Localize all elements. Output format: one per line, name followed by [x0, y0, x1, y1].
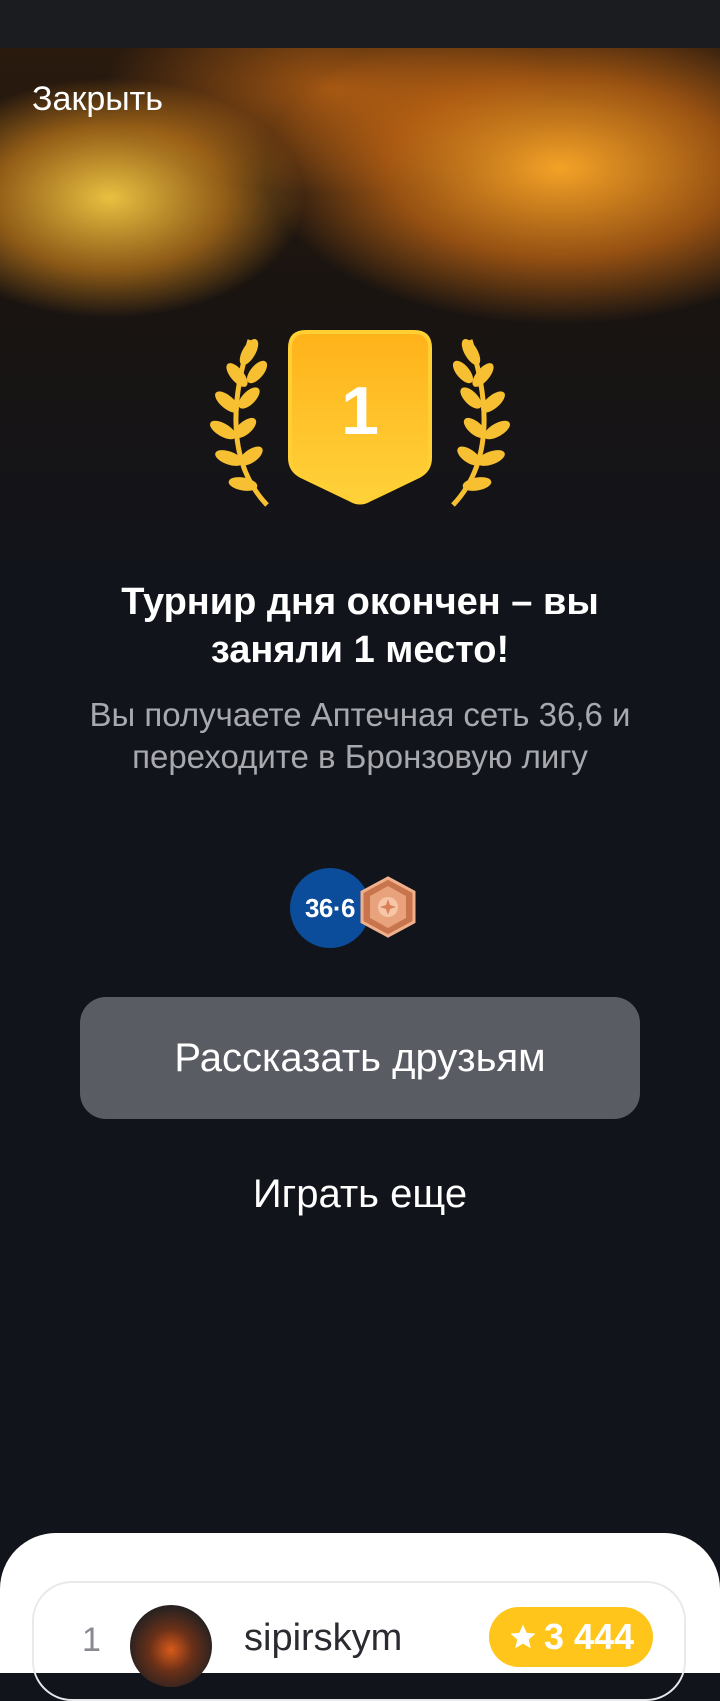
- rewards-row: 36·6: [290, 868, 420, 950]
- right-laurel-icon: [451, 339, 510, 507]
- leaderboard-rank: 1: [82, 1621, 101, 1659]
- status-bar: [0, 0, 720, 48]
- star-icon: [510, 1624, 536, 1649]
- trophy-icon: 1: [210, 330, 510, 507]
- score-badge: 3 444: [489, 1607, 653, 1667]
- result-title: Турнир дня окончен – вы заняли 1 место!: [121, 581, 599, 671]
- score-value: 3 444: [543, 1616, 635, 1657]
- leaderboard-username: sipirskym: [244, 1617, 403, 1659]
- leaderboard-row[interactable]: 1 sipirskym 3 444: [32, 1581, 686, 1701]
- close-button[interactable]: Закрыть: [32, 80, 163, 119]
- pharmacy-logo: 36·6: [290, 868, 370, 948]
- result-subtitle: Вы получаете Аптечная сеть 36,6 и перехо…: [89, 696, 631, 775]
- place-number: 1: [341, 373, 379, 449]
- bronze-league-icon: [360, 876, 416, 938]
- share-with-friends-button[interactable]: Рассказать друзьям: [80, 997, 640, 1119]
- avatar: [130, 1605, 212, 1687]
- play-again-button[interactable]: Играть еще: [160, 1172, 560, 1217]
- left-laurel-icon: [210, 339, 269, 507]
- leaderboard-sheet: 1 sipirskym 3 444: [0, 1533, 720, 1701]
